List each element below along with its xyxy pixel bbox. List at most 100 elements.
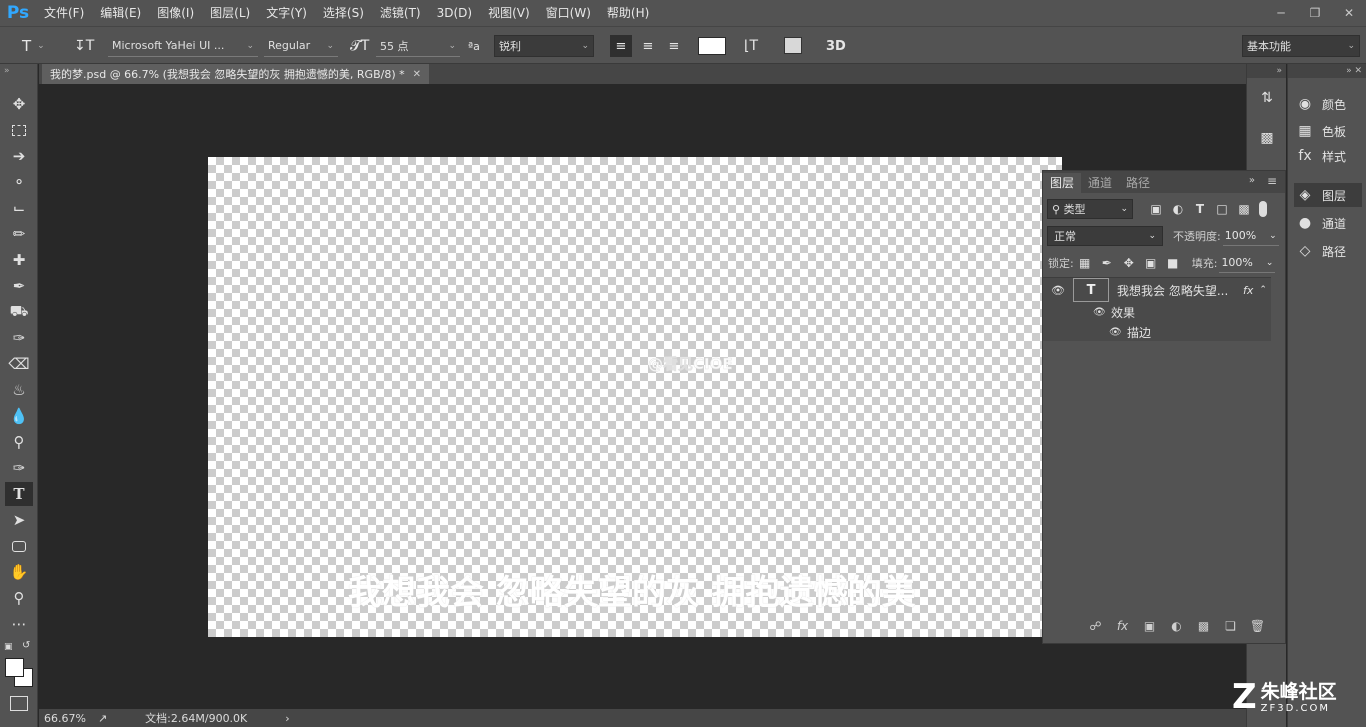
collapse-tools-icon[interactable]: » [4, 66, 10, 76]
menu-image[interactable]: 图像(I) [149, 0, 202, 26]
quick-selection-tool-icon[interactable]: ⚬ [5, 170, 33, 194]
filter-kind-select[interactable]: ⚲ 类型 ⌄ [1047, 199, 1133, 219]
filter-shape-icon[interactable]: □ [1211, 202, 1233, 216]
effects-eye-icon[interactable]: 👁 [1093, 307, 1109, 318]
panel-link-swatches[interactable]: ▦ 色板 [1294, 119, 1362, 143]
path-selection-tool-icon[interactable]: ➤ [5, 508, 33, 532]
filter-type-icon[interactable]: T [1189, 202, 1211, 216]
add-mask-icon[interactable]: ▣ [1136, 619, 1163, 633]
warp-text-icon[interactable]: ⌊T [744, 35, 758, 57]
tab-layers[interactable]: 图层 [1043, 173, 1082, 193]
toggle-orientation-icon[interactable]: ↧T [74, 35, 94, 57]
effects-row[interactable]: 👁 效果 [1043, 302, 1271, 322]
add-style-icon[interactable]: fx [1109, 619, 1136, 633]
lock-all-icon[interactable]: ■ [1162, 256, 1184, 270]
close-document-icon[interactable]: ✕ [413, 69, 421, 80]
panel-menu-icon[interactable]: ≡ [1267, 174, 1277, 188]
new-adjustment-icon[interactable]: ◐ [1163, 619, 1190, 633]
dodge-tool-icon[interactable]: ⚲ [5, 430, 33, 454]
menu-layer[interactable]: 图层(L) [202, 0, 258, 26]
layer-name[interactable]: 我想我会 忽略失望... [1117, 282, 1235, 299]
new-group-icon[interactable]: ▩ [1190, 619, 1217, 633]
marquee-tool-icon[interactable] [5, 118, 33, 142]
properties-panel-icon[interactable]: ▩ [1255, 126, 1279, 150]
font-family-select[interactable]: Microsoft YaHei UI ... ⌄ [108, 35, 258, 57]
layer-row-text[interactable]: 👁 T 我想我会 忽略失望... fx ⌃ [1043, 278, 1271, 302]
collapse-strip-icon[interactable]: » [1247, 64, 1286, 78]
type-tool-preset-icon[interactable]: T ⌄ [22, 35, 45, 57]
tab-channels[interactable]: 通道 [1081, 173, 1119, 193]
character-panel-icon[interactable] [784, 37, 802, 54]
menu-file[interactable]: 文件(F) [36, 0, 92, 26]
zoom-level[interactable]: 66.67% [44, 712, 86, 725]
brush-tool-icon[interactable]: ✒ [5, 274, 33, 298]
close-icon[interactable]: ✕ [1332, 0, 1366, 26]
tab-paths[interactable]: 路径 [1119, 173, 1157, 193]
zoom-tool-icon[interactable]: ⚲ [5, 586, 33, 610]
move-tool-icon[interactable]: ✥ [5, 92, 33, 116]
lock-paint-icon[interactable]: ✒ [1096, 256, 1118, 270]
lock-position-icon[interactable]: ✥ [1118, 256, 1140, 270]
status-arrow-icon[interactable]: › [285, 712, 289, 725]
menu-filter[interactable]: 滤镜(T) [372, 0, 429, 26]
align-left-icon[interactable]: ≡ [610, 35, 632, 57]
collapse-effects-icon[interactable]: ⌃ [1259, 285, 1267, 295]
menu-3d[interactable]: 3D(D) [429, 0, 480, 26]
filter-pixel-icon[interactable]: ▣ [1145, 202, 1167, 216]
link-layers-icon[interactable]: ☍ [1082, 619, 1109, 633]
fx-icon[interactable]: fx [1243, 284, 1253, 297]
collapse-layers-icon[interactable]: » [1249, 175, 1255, 186]
delete-layer-icon[interactable]: 🗑 [1244, 619, 1271, 633]
menu-help[interactable]: 帮助(H) [599, 0, 657, 26]
export-icon[interactable]: ↗ [98, 712, 107, 725]
crop-tool-icon[interactable]: ⌙ [5, 196, 33, 220]
document-tab[interactable]: 我的梦.psd @ 66.7% (我想我会 忽略失望的灰 拥抱遗憾的美, RGB… [42, 64, 429, 84]
stroke-effect-row[interactable]: 👁 描边 [1043, 322, 1271, 342]
lasso-tool-icon[interactable]: ➔ [5, 144, 33, 168]
new-layer-icon[interactable]: ❏ [1217, 619, 1244, 633]
eraser-tool-icon[interactable]: ⌫ [5, 352, 33, 376]
document-canvas[interactable]: @看见CIOE 我想我会 忽略失望的灰 拥抱遗憾的美 [208, 157, 1062, 637]
fill-input[interactable]: 100% ⌄ [1219, 253, 1276, 273]
visibility-eye-icon[interactable]: 👁 [1043, 284, 1073, 297]
edit-toolbar-icon[interactable]: ⋯ [5, 612, 33, 636]
filter-smart-object-icon[interactable]: ▩ [1233, 202, 1255, 216]
opacity-input[interactable]: 100% ⌄ [1222, 226, 1279, 246]
paint-bucket-tool-icon[interactable]: ♨ [5, 378, 33, 402]
menu-window[interactable]: 窗口(W) [538, 0, 599, 26]
type-tool-icon[interactable]: T [5, 482, 33, 506]
restore-icon[interactable]: ❐ [1298, 0, 1332, 26]
menu-type[interactable]: 文字(Y) [258, 0, 315, 26]
collapse-side-icon[interactable]: » ✕ [1288, 64, 1366, 78]
history-brush-tool-icon[interactable]: ✑ [5, 326, 33, 350]
foreground-color-swatch[interactable] [5, 658, 24, 677]
hand-tool-icon[interactable]: ✋ [5, 560, 33, 584]
lock-artboard-icon[interactable]: ▣ [1140, 256, 1162, 270]
font-style-select[interactable]: Regular ⌄ [264, 35, 338, 57]
panel-link-paths[interactable]: ◇ 路径 [1294, 239, 1362, 263]
rectangle-tool-icon[interactable] [5, 534, 33, 558]
align-right-icon[interactable]: ≡ [663, 35, 685, 57]
menu-select[interactable]: 选择(S) [315, 0, 372, 26]
blend-mode-select[interactable]: 正常 ⌄ [1047, 226, 1163, 246]
panel-link-color[interactable]: ◉ 颜色 [1294, 92, 1362, 116]
filter-adjustment-icon[interactable]: ◐ [1167, 202, 1189, 216]
antialias-select[interactable]: 锐利 ⌄ [494, 35, 594, 57]
filter-toggle-icon[interactable] [1259, 201, 1267, 217]
3d-button[interactable]: 3D [826, 35, 846, 57]
minimize-icon[interactable]: ─ [1264, 0, 1298, 26]
swap-colors-icon[interactable]: ↺ [22, 640, 30, 651]
history-panel-icon[interactable]: ⇅ [1255, 86, 1279, 110]
panel-link-layers[interactable]: ◈ 图层 [1294, 183, 1362, 207]
lock-transparent-icon[interactable]: ▦ [1074, 256, 1096, 270]
quick-mask-icon[interactable] [10, 696, 28, 711]
canvas-text-layer[interactable]: 我想我会 忽略失望的灰 拥抱遗憾的美 [348, 565, 916, 614]
font-size-select[interactable]: 55 点 ⌄ [376, 35, 460, 57]
clone-stamp-tool-icon[interactable]: ⛟ [5, 300, 33, 324]
panel-link-styles[interactable]: fx 样式 [1294, 144, 1362, 168]
blur-tool-icon[interactable]: 💧 [5, 404, 33, 428]
panel-link-channels[interactable]: ● 通道 [1294, 211, 1362, 235]
text-color-swatch[interactable] [698, 37, 726, 55]
menu-edit[interactable]: 编辑(E) [92, 0, 149, 26]
menu-view[interactable]: 视图(V) [480, 0, 538, 26]
